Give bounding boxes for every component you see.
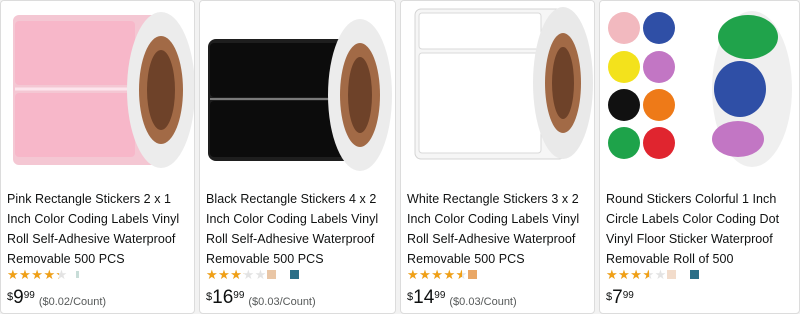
color-swatch[interactable]	[75, 270, 79, 278]
product-rating[interactable]: ★★★★★★★★★★	[206, 267, 299, 281]
price-whole: 14	[413, 287, 435, 308]
product-price: $ 14 99 ($0.03/Count)	[407, 287, 517, 309]
product-title[interactable]: White Rectangle Stickers 3 x 2 Inch Colo…	[407, 189, 588, 269]
product-title[interactable]: Round Stickers Colorful 1 Inch Circle La…	[606, 189, 793, 269]
price-whole: 16	[212, 287, 234, 308]
product-rating[interactable]: ★★★★★★★★★★	[606, 267, 699, 281]
price-whole: 9	[13, 287, 24, 308]
product-image[interactable]	[200, 1, 395, 177]
product-image-graphic	[13, 12, 194, 168]
dot-blue	[643, 12, 675, 44]
star-rating-icon: ★★★★★★★★★★	[407, 266, 468, 282]
unit-price: ($0.02/Count)	[38, 296, 107, 308]
dot-green	[608, 127, 640, 159]
product-card[interactable]: Round Stickers Colorful 1 Inch Circle La…	[599, 0, 800, 314]
product-image-graphic	[414, 7, 593, 160]
product-grid: Pink Rectangle Stickers 2 x 1 Inch Color…	[0, 0, 800, 314]
product-card[interactable]: Pink Rectangle Stickers 2 x 1 Inch Color…	[0, 0, 195, 314]
dot-red	[643, 127, 675, 159]
star-rating-icon: ★★★★★★★★★★	[7, 266, 68, 282]
color-swatch[interactable]	[467, 269, 477, 279]
product-title[interactable]: Pink Rectangle Stickers 2 x 1 Inch Color…	[7, 189, 188, 269]
price-fraction: 99	[622, 290, 634, 301]
dot-yellow	[608, 51, 640, 83]
color-swatch[interactable]	[689, 269, 699, 279]
price-fraction: 99	[434, 290, 446, 301]
star-rating-icon: ★★★★★★★★★★	[606, 266, 667, 282]
product-image[interactable]	[600, 1, 799, 177]
product-image[interactable]	[1, 1, 194, 177]
price-whole: 7	[612, 287, 623, 308]
product-rating[interactable]: ★★★★★★★★★★	[407, 267, 477, 281]
unit-price: ($0.03/Count)	[248, 296, 316, 308]
color-swatch[interactable]	[666, 269, 676, 279]
product-price: $ 7 99	[606, 288, 638, 308]
color-swatch[interactable]	[289, 269, 299, 279]
unit-price: ($0.03/Count)	[449, 296, 517, 308]
product-image-graphic	[608, 11, 792, 167]
star-rating-icon: ★★★★★★★★★★	[206, 266, 267, 282]
product-image[interactable]	[401, 1, 594, 177]
product-card[interactable]: White Rectangle Stickers 3 x 2 Inch Colo…	[400, 0, 595, 314]
price-fraction: 99	[233, 290, 245, 301]
color-swatch[interactable]	[266, 269, 276, 279]
product-card[interactable]: Black Rectangle Stickers 4 x 2 Inch Colo…	[199, 0, 396, 314]
dot-black	[608, 89, 640, 121]
dot-pink	[608, 12, 640, 44]
product-price: $ 16 99 ($0.03/Count)	[206, 287, 316, 309]
product-rating[interactable]: ★★★★★★★★★★	[7, 267, 79, 281]
product-price: $ 9 99 ($0.02/Count)	[7, 287, 107, 309]
product-title[interactable]: Black Rectangle Stickers 4 x 2 Inch Colo…	[206, 189, 389, 269]
product-image-graphic	[208, 19, 392, 171]
dot-orange	[643, 89, 675, 121]
dot-purple	[643, 51, 675, 83]
price-fraction: 99	[23, 290, 35, 301]
